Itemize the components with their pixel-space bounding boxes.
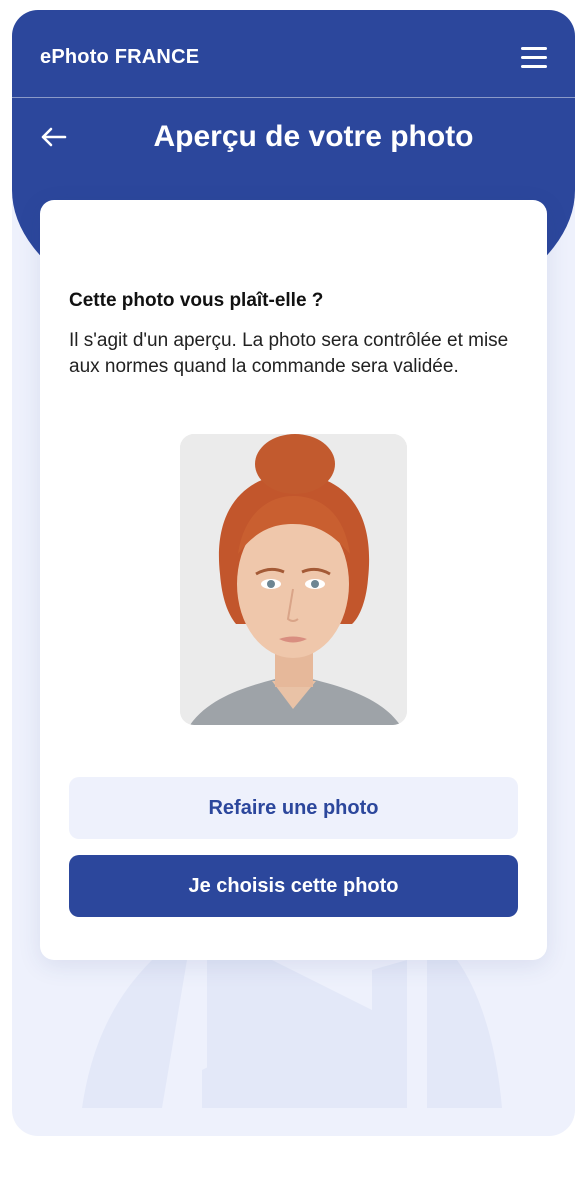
choose-photo-button[interactable]: Je choisis cette photo xyxy=(69,855,518,917)
preview-card: Cette photo vous plaît-elle ? Il s'agit … xyxy=(40,200,547,960)
retake-photo-button[interactable]: Refaire une photo xyxy=(69,777,518,839)
app-brand: ePhoto FRANCE xyxy=(40,46,200,68)
hamburger-menu-icon[interactable] xyxy=(521,47,547,68)
question-heading: Cette photo vous plaît-elle ? xyxy=(69,290,324,311)
preview-description: Il s'agit d'un aperçu. La photo sera con… xyxy=(69,330,509,377)
top-bar: ePhoto FRANCE xyxy=(12,10,575,98)
app-screen: ePhoto FRANCE Aperçu de votre photo Cett… xyxy=(12,10,575,1136)
portrait-image xyxy=(180,434,407,725)
arrow-left-icon[interactable] xyxy=(38,122,68,152)
page-title: Aperçu de votre photo xyxy=(153,120,474,153)
photo-preview xyxy=(180,434,407,725)
